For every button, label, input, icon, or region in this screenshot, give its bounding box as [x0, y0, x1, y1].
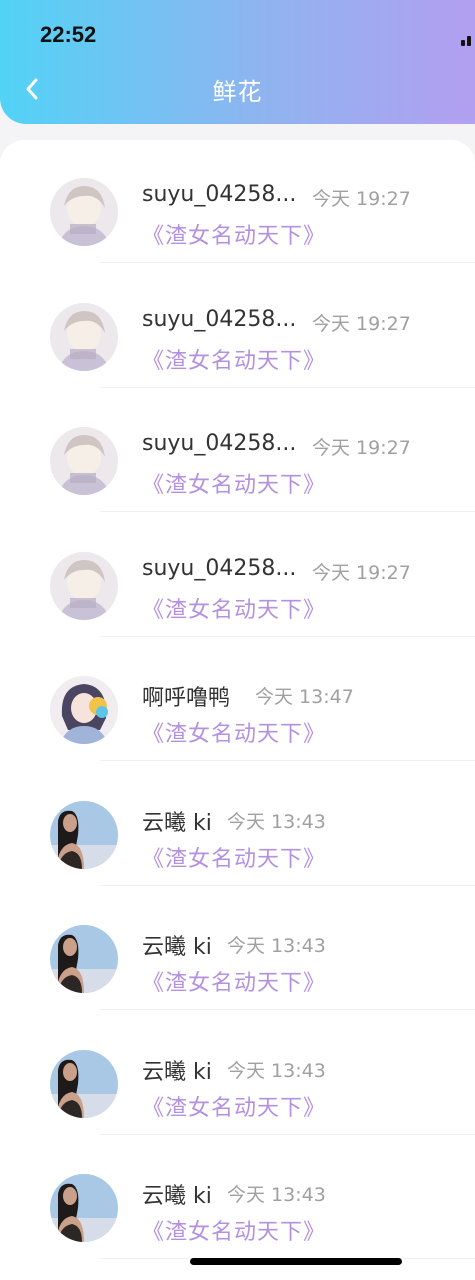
user-name: 云曦 ki	[142, 810, 212, 836]
timestamp: 今天 13:43	[227, 935, 326, 957]
timestamp: 今天 13:43	[227, 1184, 326, 1206]
user-name: 云曦 ki	[142, 935, 212, 960]
timestamp: 今天 19:27	[312, 561, 411, 584]
avatar[interactable]	[50, 1049, 118, 1118]
list-item[interactable]: suyu_04258... 今天 19:27 《渣女名动天下》	[0, 514, 475, 638]
divider	[100, 1133, 475, 1135]
avatar[interactable]	[50, 427, 118, 495]
avatar[interactable]	[50, 1174, 118, 1242]
timestamp: 今天 13:43	[227, 1059, 326, 1082]
avatar[interactable]	[50, 302, 118, 371]
timestamp: 今天 19:27	[312, 437, 411, 459]
avatar[interactable]	[50, 178, 118, 246]
book-title-link[interactable]: 《渣女名动天下》	[142, 592, 326, 624]
list-item[interactable]: suyu_04258... 今天 19:27 《渣女名动天下》	[0, 389, 475, 513]
list-item[interactable]: 云曦 ki 今天 13:43 《渣女名动天下》	[0, 887, 475, 1011]
list-item[interactable]: suyu_04258... 今天 19:27 《渣女名动天下》	[0, 140, 475, 264]
user-name: 云曦 ki	[142, 1059, 212, 1085]
book-title-link[interactable]: 《渣女名动天下》	[142, 965, 326, 997]
list-item[interactable]: 云曦 ki 今天 13:43 《渣女名动天下》	[0, 763, 475, 887]
home-indicator[interactable]	[190, 1258, 402, 1265]
avatar[interactable]	[50, 925, 118, 993]
timestamp: 今天 19:27	[312, 188, 411, 210]
signal-icon	[461, 34, 475, 46]
book-title-link[interactable]: 《渣女名动天下》	[142, 218, 326, 250]
divider	[100, 511, 475, 512]
timestamp: 今天 13:47	[255, 686, 354, 708]
divider	[100, 386, 475, 388]
divider	[100, 760, 475, 761]
status-time: 22:52	[40, 22, 97, 47]
book-title-link[interactable]: 《渣女名动天下》	[142, 343, 326, 375]
list-item[interactable]: 云曦 ki 今天 13:43 《渣女名动天下》	[0, 1012, 475, 1136]
timestamp: 今天 13:43	[227, 810, 326, 833]
user-name: suyu_04258...	[142, 306, 297, 332]
header-bar: 22:52 鲜花	[0, 0, 475, 124]
divider	[100, 262, 475, 263]
book-title-link[interactable]: 《渣女名动天下》	[142, 716, 326, 748]
page-title: 鲜花	[212, 78, 263, 106]
divider	[100, 1009, 475, 1010]
book-title-link[interactable]: 《渣女名动天下》	[142, 1090, 326, 1122]
avatar[interactable]	[50, 676, 118, 744]
divider	[100, 884, 475, 886]
avatar[interactable]	[50, 800, 118, 869]
avatar[interactable]	[50, 551, 118, 620]
list-item[interactable]: 云曦 ki 今天 13:43 《渣女名动天下》	[0, 1136, 475, 1260]
list-item[interactable]: suyu_04258... 今天 19:27 《渣女名动天下》	[0, 265, 475, 389]
book-title-link[interactable]: 《渣女名动天下》	[142, 467, 326, 499]
gift-list: suyu_04258... 今天 19:27 《渣女名动天下》 suyu_04258.…	[0, 140, 475, 1280]
user-name: 云曦 ki	[142, 1184, 212, 1209]
user-name: 啊呼噜鸭	[142, 686, 231, 711]
user-name: suyu_04258...	[142, 555, 297, 581]
divider	[100, 635, 475, 637]
user-name: suyu_04258...	[142, 182, 297, 207]
user-name: suyu_04258...	[142, 431, 297, 456]
timestamp: 今天 19:27	[312, 312, 411, 335]
list-item[interactable]: 啊呼噜鸭 今天 13:47 《渣女名动天下》	[0, 638, 475, 762]
book-title-link[interactable]: 《渣女名动天下》	[142, 1214, 326, 1246]
book-title-link[interactable]: 《渣女名动天下》	[142, 841, 326, 873]
